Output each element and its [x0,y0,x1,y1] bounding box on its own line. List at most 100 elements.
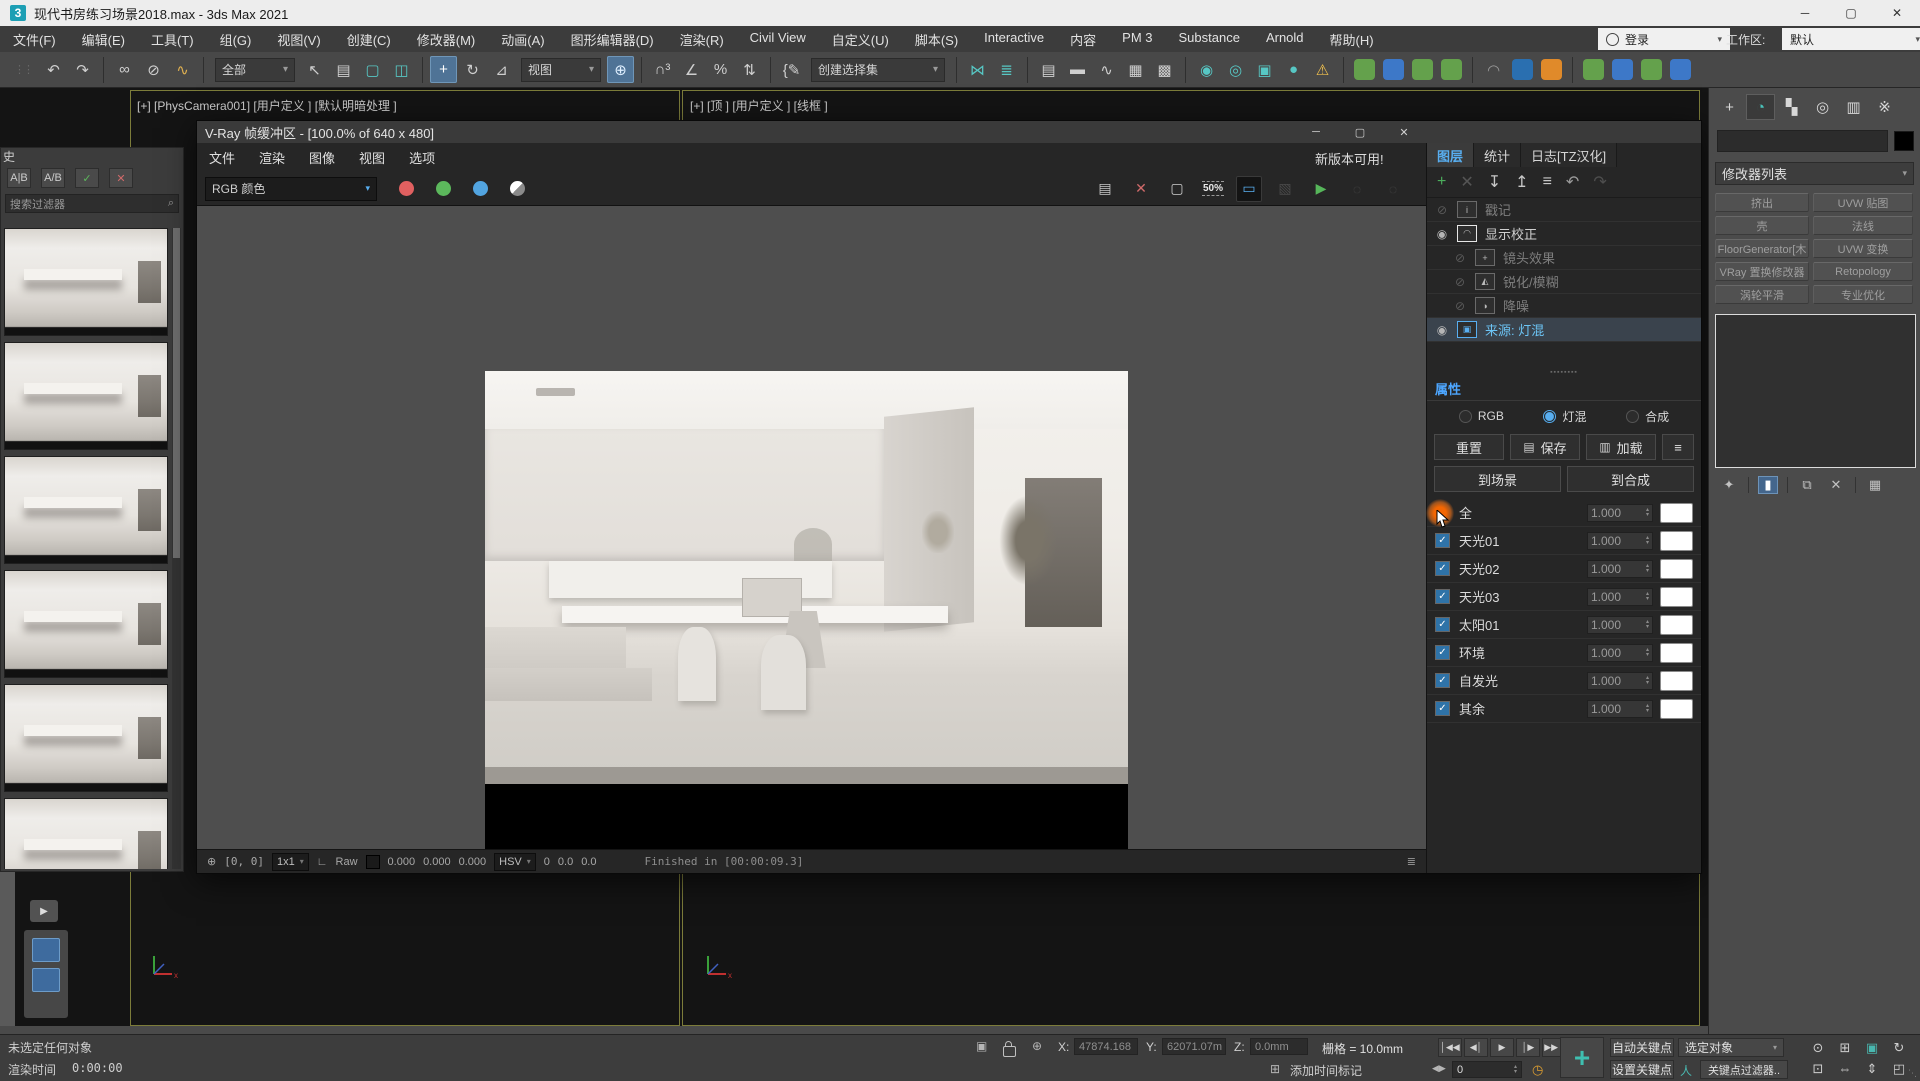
render-setup-icon[interactable]: ◎ [1222,56,1249,83]
render-tool-1-icon[interactable] [1583,59,1604,80]
zoom-window-icon[interactable]: ⊞ [1833,1038,1857,1057]
light-color-swatch[interactable] [1660,587,1693,607]
eye-disabled-icon[interactable]: ⊘ [1445,275,1475,289]
delete-layer-icon[interactable]: ✕ [1460,172,1473,192]
transform-gizmo-icon[interactable]: ⊕ [1032,1039,1042,1053]
modifier-stack[interactable] [1715,314,1916,468]
scrollbar-thumb[interactable] [173,228,180,558]
object-name-field[interactable] [1717,130,1888,152]
create-tab[interactable]: + [1715,94,1744,120]
layer-row[interactable]: ⊘i戳记 [1427,198,1701,222]
dock-splitter[interactable]: ▪▪▪▪▪▪▪▪ [1427,368,1701,376]
workspace-dropdown[interactable]: 默认 ▾ [1782,28,1920,50]
hsv-dropdown[interactable]: HSV▾ [494,853,536,871]
dock-tab-日志[TZ汉化][interactable]: 日志[TZ汉化] [1521,143,1617,167]
layout-tab-icon[interactable] [32,968,60,992]
ribbon-toggle-icon[interactable]: ▬ [1064,56,1091,83]
align-icon[interactable]: ≣ [993,56,1020,83]
channel-dropdown[interactable]: RGB 颜色 ▾ [205,177,377,201]
light-checkbox[interactable]: ✓ [1435,617,1450,632]
vfb-menu-item[interactable]: 文件 [197,148,247,167]
angle-snap-icon[interactable]: ∠ [678,56,705,83]
history-thumbnail[interactable] [4,798,168,869]
light-multiplier-field[interactable]: 1.000▴▾ [1587,700,1653,718]
scene-explorer-icon[interactable]: ▩ [1151,56,1178,83]
render-production-icon[interactable]: ● [1280,56,1307,83]
menu-item[interactable]: Arnold [1253,30,1317,49]
lightmix-row[interactable]: ✓环境1.000▴▾ [1427,639,1701,667]
layer-row[interactable]: ◉◠显示校正 [1427,222,1701,246]
layer-manager-icon[interactable]: ▤ [1035,56,1062,83]
clear-image-icon[interactable]: ✕ [1128,176,1154,202]
spinner[interactable]: ▴▾ [1646,536,1649,546]
key-filters-button[interactable]: 关键点过滤器.. [1700,1060,1788,1079]
light-multiplier-field[interactable]: 1.000▴▾ [1587,588,1653,606]
region-render-icon[interactable]: ▢ [1164,176,1190,202]
vfb-titlebar[interactable]: V-Ray 帧缓冲区 - [100.0% of 640 x 480] ─ ▢ ✕ [197,121,1701,143]
top-viewport-label[interactable]: [+] [顶 ] [用户定义 ] [线框 ] [690,97,828,114]
light-multiplier-field[interactable]: 1.000▴▾ [1587,644,1653,662]
menu-item[interactable]: Civil View [737,30,819,49]
display-tab[interactable]: ▥ [1839,94,1868,120]
modifier-preset-button[interactable]: Retopology [1813,262,1913,281]
dock-tab-图层[interactable]: 图层 [1427,143,1474,167]
y-coordinate-field[interactable]: 62071.07m [1162,1038,1226,1055]
history-compare-icon[interactable]: ✓ [75,168,99,188]
modifier-preset-button[interactable]: 专业优化 [1813,285,1913,304]
rendered-frame-icon[interactable]: ▣ [1251,56,1278,83]
eye-disabled-icon[interactable]: ⊘ [1427,203,1457,217]
alpha-channel-icon[interactable] [510,181,525,196]
warning-icon[interactable]: ⚠ [1309,56,1336,83]
select-scale-icon[interactable]: ⊿ [488,56,515,83]
spinner[interactable]: ▴▾ [1646,620,1649,630]
light-color-swatch[interactable] [1660,615,1693,635]
vfb-close-button[interactable]: ✕ [1382,121,1426,143]
green-channel-icon[interactable] [436,181,451,196]
history-thumbnail[interactable] [4,228,168,336]
vray-vfb-badge-icon[interactable] [1383,59,1404,80]
named-selection-dropdown[interactable]: 创建选择集▾ [811,58,945,82]
configure-modifier-sets-icon[interactable]: ▦ [1865,476,1885,494]
curve-editor-icon[interactable]: ∿ [1093,56,1120,83]
dock-tab-统计[interactable]: 统计 [1474,143,1521,167]
pick-color-icon[interactable]: ⊕ [207,855,216,868]
ref-coord-dropdown[interactable]: 视图▾ [521,58,601,82]
resize-grip[interactable]: ⋱ [1908,1068,1918,1079]
snap-toggle-icon[interactable]: ∩³ [649,56,676,83]
menu-item[interactable]: 帮助(H) [1317,30,1387,49]
modifier-preset-button[interactable]: FloorGenerator[木 [1715,239,1809,258]
modifier-preset-button[interactable]: 挤出 [1715,193,1809,212]
mode-radio-灯混[interactable]: 灯混 [1543,408,1586,425]
use-center-icon[interactable]: ⊕ [607,56,634,83]
history-thumbnail[interactable] [4,456,168,564]
pan-hand-icon[interactable]: ⇔ [1833,1059,1857,1078]
vfb-minimize-button[interactable]: ─ [1294,121,1338,143]
status-menu-icon[interactable]: ≣ [1407,855,1416,868]
make-unique-icon[interactable]: ⧉ [1797,476,1817,494]
layer-row[interactable]: ⊘◑降噪 [1427,294,1701,318]
menu-item[interactable]: 图形编辑器(D) [558,30,667,49]
redo-layer-icon[interactable]: ↷ [1593,172,1606,192]
light-multiplier-field[interactable]: 1.000▴▾ [1587,504,1653,522]
undo-icon[interactable]: ↶ [40,56,67,83]
set-key-button[interactable]: 设置关键点 [1610,1060,1674,1079]
edit-named-selection-icon[interactable]: {✎ [778,56,805,83]
vray-teapot-badge-icon[interactable] [1441,59,1462,80]
vfb-menu-item[interactable]: 选项 [397,148,447,167]
show-end-result-icon[interactable]: ▮ [1758,476,1778,494]
layer-row[interactable]: ⊘◭锐化/模糊 [1427,270,1701,294]
modifier-preset-button[interactable]: 壳 [1715,216,1809,235]
lightmix-row[interactable]: ✓天光031.000▴▾ [1427,583,1701,611]
history-compare-icon[interactable]: ✕ [109,168,133,188]
pin-stack-icon[interactable]: ✦ [1719,476,1739,494]
menu-item[interactable]: 视图(V) [264,30,333,49]
menu-item[interactable]: 创建(C) [334,30,404,49]
ipr-pause-icon[interactable]: ◌ [1344,176,1370,202]
percent-snap-icon[interactable]: % [707,56,734,83]
menu-item[interactable]: 自定义(U) [819,30,902,49]
menu-item[interactable]: 动画(A) [488,30,557,49]
login-button[interactable]: 登录 ▾ [1598,28,1730,50]
frame-number-field[interactable]: 0 ▴▾ [1452,1061,1522,1078]
reset-button[interactable]: 重置 [1434,434,1504,460]
vray-badge-icon[interactable] [1354,59,1375,80]
